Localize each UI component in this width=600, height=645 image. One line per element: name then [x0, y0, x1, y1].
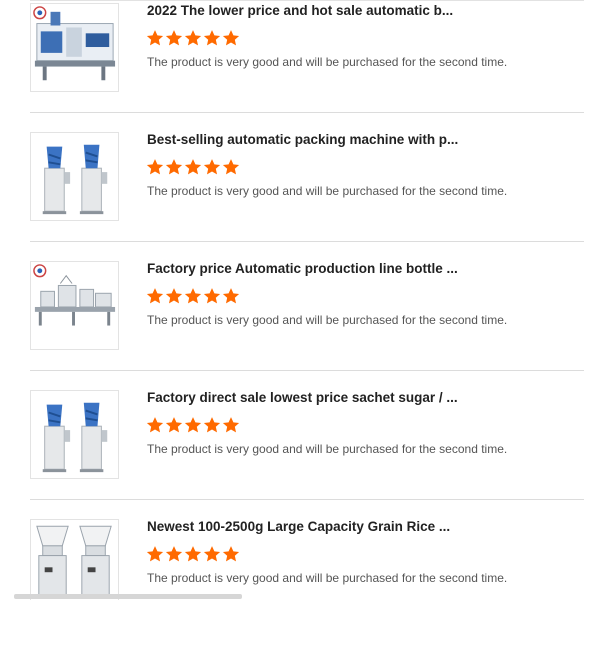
product-image[interactable]: [30, 132, 119, 221]
packing-machine-icon: [42, 144, 108, 215]
production-line-icon: [33, 264, 116, 326]
product-title[interactable]: Factory direct sale lowest price sachet …: [147, 390, 567, 405]
review-list: 2022 The lower price and hot sale automa…: [0, 0, 600, 600]
review-item: Newest 100-2500g Large Capacity Grain Ri…: [30, 516, 584, 645]
star-rating: [146, 545, 240, 563]
star-icon: [165, 288, 183, 304]
product-title[interactable]: Best-selling automatic packing machine w…: [147, 132, 567, 147]
star-icon: [222, 30, 240, 46]
star-icon: [203, 288, 221, 304]
star-rating: [146, 158, 240, 176]
review-item: Best-selling automatic packing machine w…: [30, 129, 584, 258]
product-image[interactable]: [30, 390, 119, 479]
star-icon: [222, 546, 240, 562]
star-icon: [165, 159, 183, 175]
review-item: 2022 The lower price and hot sale automa…: [30, 0, 584, 129]
star-icon: [222, 159, 240, 175]
horizontal-scrollbar[interactable]: [14, 594, 242, 599]
star-icon: [203, 417, 221, 433]
divider: [30, 112, 584, 113]
star-icon: [184, 546, 202, 562]
divider: [30, 241, 584, 242]
star-rating: [146, 287, 240, 305]
packing-machine-icon: [42, 402, 108, 473]
star-icon: [222, 288, 240, 304]
product-image[interactable]: [30, 261, 119, 350]
star-icon: [165, 546, 183, 562]
review-item: Factory price Automatic production line …: [30, 258, 584, 387]
review-comment: The product is very good and will be pur…: [147, 55, 508, 69]
star-icon: [203, 30, 221, 46]
review-comment: The product is very good and will be pur…: [147, 571, 508, 585]
star-icon: [184, 30, 202, 46]
star-icon: [146, 159, 164, 175]
review-comment: The product is very good and will be pur…: [147, 184, 508, 198]
review-item: Factory direct sale lowest price sachet …: [30, 387, 584, 516]
star-icon: [146, 417, 164, 433]
star-icon: [222, 417, 240, 433]
labeling-machine-icon: [33, 6, 116, 81]
star-icon: [146, 288, 164, 304]
divider: [30, 499, 584, 500]
star-icon: [184, 288, 202, 304]
review-comment: The product is very good and will be pur…: [147, 313, 508, 327]
star-icon: [146, 30, 164, 46]
product-title[interactable]: Newest 100-2500g Large Capacity Grain Ri…: [147, 519, 567, 534]
star-icon: [203, 546, 221, 562]
grain-filler-icon: [36, 525, 112, 596]
star-icon: [165, 30, 183, 46]
star-rating: [146, 416, 240, 434]
divider: [30, 370, 584, 371]
star-icon: [184, 159, 202, 175]
review-comment: The product is very good and will be pur…: [147, 442, 508, 456]
star-icon: [146, 546, 164, 562]
product-image[interactable]: [30, 3, 119, 92]
star-icon: [165, 417, 183, 433]
star-rating: [146, 29, 240, 47]
product-title[interactable]: Factory price Automatic production line …: [147, 261, 567, 276]
star-icon: [203, 159, 221, 175]
product-image[interactable]: [30, 519, 119, 600]
star-icon: [184, 417, 202, 433]
product-title[interactable]: 2022 The lower price and hot sale automa…: [147, 3, 567, 18]
